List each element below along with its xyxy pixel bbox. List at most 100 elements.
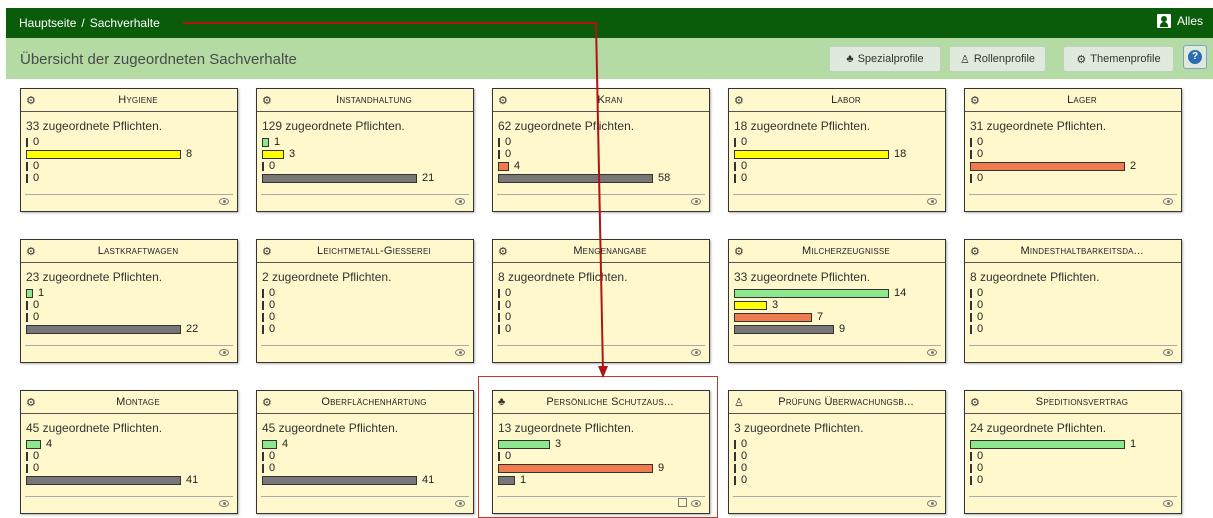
eye-icon[interactable] xyxy=(219,198,229,205)
bar-value: 8 xyxy=(186,148,193,160)
card-count: 23 zugeordnete Pflichten. xyxy=(26,270,163,284)
eye-icon[interactable] xyxy=(691,349,701,356)
bar-row: 0 xyxy=(26,299,226,312)
bar-red xyxy=(26,464,28,473)
bar-row: 0 xyxy=(970,462,1170,475)
card-header[interactable]: ⚙ Oberflächenhärtung xyxy=(257,391,473,414)
card-header[interactable]: ⚙ Instandhaltung xyxy=(257,89,473,112)
bar-green xyxy=(734,289,889,298)
bar-gray xyxy=(970,174,972,183)
eye-icon[interactable] xyxy=(927,198,937,205)
card[interactable]: ⚙ Lastkraftwagen 23 zugeordnete Pflichte… xyxy=(20,239,238,363)
bar-row: 0 xyxy=(498,299,698,312)
card[interactable]: ♙ Prüfung Überwachungsb... 3 zugeordnete… xyxy=(728,390,946,514)
themenprofile-button[interactable]: ⚙ Themenprofile xyxy=(1063,46,1174,72)
bar-value: 0 xyxy=(505,148,512,160)
card-header[interactable]: ♙ Prüfung Überwachungsb... xyxy=(729,391,945,414)
card-header[interactable]: ⚙ Lager xyxy=(965,89,1181,112)
card-header[interactable]: ⚙ Montage xyxy=(21,391,237,414)
eye-icon[interactable] xyxy=(927,349,937,356)
eye-icon[interactable] xyxy=(1163,500,1173,507)
bar-value: 9 xyxy=(839,323,846,335)
card[interactable]: ⚙ Speditionsvertrag 24 zugeordnete Pflic… xyxy=(964,390,1182,514)
card-count: 3 zugeordnete Pflichten. xyxy=(734,421,864,435)
spezialprofile-button[interactable]: ♣ Spezialprofile xyxy=(829,46,941,72)
eye-icon[interactable] xyxy=(455,500,465,507)
bar-red xyxy=(262,313,264,322)
bar-green xyxy=(970,289,972,298)
card-count: 45 zugeordnete Pflichten. xyxy=(26,421,163,435)
card-header[interactable]: ⚙ Leichtmetall-Gießerei xyxy=(257,240,473,263)
card[interactable]: ⚙ Mindesthaltbarkeitsda... 8 zugeordnete… xyxy=(964,239,1182,363)
card-footer xyxy=(733,194,941,208)
bar-row: 0 xyxy=(970,311,1170,324)
bar-row: 7 xyxy=(734,311,934,324)
card[interactable]: ⚙ Hygiene 33 zugeordnete Pflichten. 0 8 … xyxy=(20,88,238,212)
user-menu[interactable]: Alles xyxy=(1156,14,1203,28)
eye-icon[interactable] xyxy=(219,349,229,356)
bar-row: 0 xyxy=(970,287,1170,300)
bar-value: 0 xyxy=(505,287,512,299)
card[interactable]: ⚙ Lager 31 zugeordnete Pflichten. 0 0 2 … xyxy=(964,88,1182,212)
card-header[interactable]: ⚙ Speditionsvertrag xyxy=(965,391,1181,414)
bar-value: 3 xyxy=(289,148,296,160)
bar-row: 41 xyxy=(26,474,226,487)
bar-row: 0 xyxy=(970,450,1170,463)
card-header[interactable]: ⚙ Milcherzeugnisse xyxy=(729,240,945,263)
card[interactable]: ⚙ Kran 62 zugeordnete Pflichten. 0 0 4 5… xyxy=(492,88,710,212)
breadcrumb-home[interactable]: Hauptseite xyxy=(19,16,76,30)
card-footer xyxy=(261,496,469,510)
card-header[interactable]: ⚙ Lastkraftwagen xyxy=(21,240,237,263)
eye-icon[interactable] xyxy=(1163,198,1173,205)
eye-icon[interactable] xyxy=(927,500,937,507)
card-footer xyxy=(261,345,469,359)
bar-value: 0 xyxy=(741,474,748,486)
card-header[interactable]: ⚙ Mindesthaltbarkeitsda... xyxy=(965,240,1181,263)
bar-yellow xyxy=(26,150,181,159)
card[interactable]: ⚙ Montage 45 zugeordnete Pflichten. 4 0 … xyxy=(20,390,238,514)
card-title: Prüfung Überwachungsb... xyxy=(778,396,914,408)
eye-icon[interactable] xyxy=(455,198,465,205)
bar-row: 3 xyxy=(262,148,462,161)
bar-value: 7 xyxy=(817,311,824,323)
bar-red xyxy=(498,313,500,322)
gears-icon: ⚙ xyxy=(970,95,980,107)
bar-list: 0 0 4 58 xyxy=(498,136,698,185)
card-header[interactable]: ⚙ Kran xyxy=(493,89,709,112)
bar-value: 0 xyxy=(33,299,40,311)
eye-icon[interactable] xyxy=(455,349,465,356)
eye-icon[interactable] xyxy=(219,500,229,507)
bar-value: 58 xyxy=(658,172,671,184)
bar-row: 0 xyxy=(262,287,462,300)
bar-yellow xyxy=(970,452,972,461)
bar-list: 1 0 0 0 xyxy=(970,438,1170,487)
card-header[interactable]: ⚙ Labor xyxy=(729,89,945,112)
bar-gray xyxy=(498,325,500,334)
bar-row: 41 xyxy=(262,474,462,487)
card[interactable]: ⚙ Milcherzeugnisse 33 zugeordnete Pflich… xyxy=(728,239,946,363)
card[interactable]: ⚙ Mengenangabe 8 zugeordnete Pflichten. … xyxy=(492,239,710,363)
bar-value: 0 xyxy=(269,311,276,323)
card[interactable]: ⚙ Leichtmetall-Gießerei 2 zugeordnete Pf… xyxy=(256,239,474,363)
bar-row: 18 xyxy=(734,148,934,161)
rollenprofile-button[interactable]: ♙ Rollenprofile xyxy=(949,46,1046,72)
card-header[interactable]: ⚙ Mengenangabe xyxy=(493,240,709,263)
card[interactable]: ⚙ Instandhaltung 129 zugeordnete Pflicht… xyxy=(256,88,474,212)
card-header[interactable]: ⚙ Hygiene xyxy=(21,89,237,112)
help-icon: ? xyxy=(1188,50,1202,64)
bar-row: 0 xyxy=(262,311,462,324)
bar-row: 0 xyxy=(970,299,1170,312)
bar-green xyxy=(262,440,277,449)
card[interactable]: ⚙ Oberflächenhärtung 45 zugeordnete Pfli… xyxy=(256,390,474,514)
bar-list: 0 0 2 0 xyxy=(970,136,1170,185)
bar-gray xyxy=(970,325,972,334)
card[interactable]: ⚙ Labor 18 zugeordnete Pflichten. 0 18 0… xyxy=(728,88,946,212)
eye-icon[interactable] xyxy=(1163,349,1173,356)
bar-value: 0 xyxy=(741,438,748,450)
bar-value: 41 xyxy=(186,474,199,486)
gears-icon: ⚙ xyxy=(734,95,744,107)
eye-icon[interactable] xyxy=(691,198,701,205)
help-button[interactable]: ? xyxy=(1183,45,1207,69)
card-footer xyxy=(261,194,469,208)
bar-value: 0 xyxy=(977,172,984,184)
